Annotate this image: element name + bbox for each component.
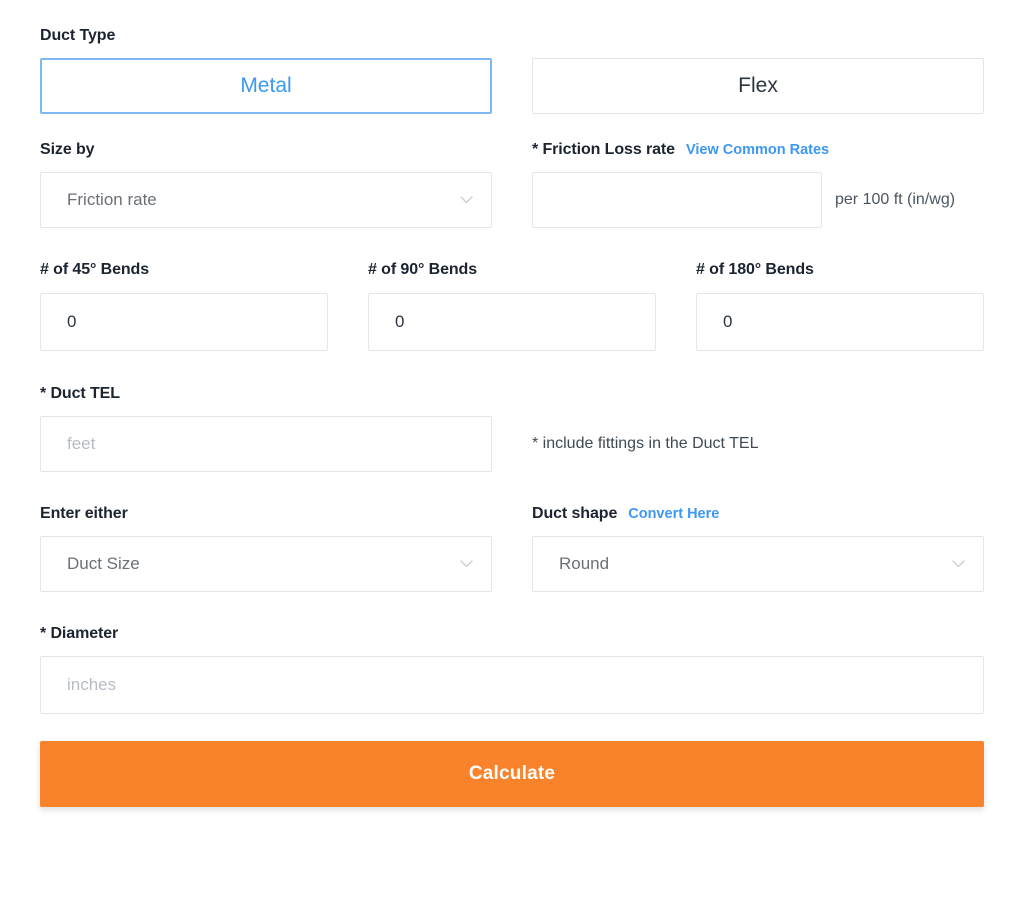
- size-and-friction-row: Size by Friction rate * Friction Loss ra…: [40, 140, 984, 229]
- duct-tel-note: * include fittings in the Duct TEL: [532, 434, 759, 452]
- duct-type-option-flex[interactable]: Flex: [532, 58, 984, 115]
- bends-row: # of 45° Bends 0 # of 90° Bends 0 # of 1…: [40, 260, 984, 351]
- chevron-down-icon: [460, 196, 473, 204]
- enter-either-group: Enter either Duct Size: [40, 504, 492, 592]
- duct-tel-placeholder: feet: [67, 433, 96, 453]
- duct-shape-select[interactable]: Round: [532, 535, 984, 592]
- bends-180-group: # of 180° Bends 0: [696, 260, 984, 351]
- view-common-rates-link[interactable]: View Common Rates: [686, 142, 829, 158]
- size-by-label-row: Size by: [40, 140, 492, 159]
- calculate-button[interactable]: Calculate: [40, 741, 984, 808]
- duct-tel-group: * Duct TEL feet * include fittings in th…: [40, 384, 984, 472]
- duct-tel-label-row: * Duct TEL: [40, 384, 984, 403]
- chevron-down-icon: [460, 560, 473, 568]
- friction-loss-group: * Friction Loss rate View Common Rates p…: [532, 140, 984, 229]
- duct-tel-input-row: feet * include fittings in the Duct TEL: [40, 415, 984, 472]
- bends-90-value: 0: [395, 311, 405, 331]
- enter-either-row: Enter either Duct Size Duct shape Conver…: [40, 504, 984, 592]
- friction-loss-label: * Friction Loss rate: [532, 141, 675, 159]
- bends-90-label: # of 90° Bends: [368, 261, 478, 279]
- diameter-label-row: * Diameter: [40, 624, 984, 643]
- duct-type-label-row: Duct Type: [40, 26, 984, 45]
- size-by-label: Size by: [40, 141, 95, 159]
- duct-type-label: Duct Type: [40, 27, 116, 44]
- duct-calculator-form: Duct Type Metal Flex Size by Friction ra…: [0, 0, 1024, 900]
- friction-loss-label-row: * Friction Loss rate View Common Rates: [532, 140, 984, 159]
- size-by-select[interactable]: Friction rate: [40, 172, 492, 229]
- size-by-group: Size by Friction rate: [40, 140, 492, 229]
- duct-size-select[interactable]: Duct Size: [40, 535, 492, 592]
- diameter-input[interactable]: inches: [40, 656, 984, 715]
- bends-45-label: # of 45° Bends: [40, 261, 150, 279]
- duct-type-option-metal-label: Metal: [240, 74, 292, 98]
- friction-loss-input[interactable]: [532, 172, 822, 229]
- bends-180-input[interactable]: 0: [696, 292, 984, 351]
- duct-size-selected-value: Duct Size: [67, 553, 140, 573]
- chevron-down-icon: [952, 560, 965, 568]
- bends-180-value: 0: [723, 311, 733, 331]
- duct-shape-selected-value: Round: [559, 553, 610, 573]
- enter-either-label-row: Enter either: [40, 504, 492, 523]
- enter-either-label: Enter either: [40, 504, 128, 522]
- duct-shape-label: Duct shape: [532, 504, 618, 522]
- duct-shape-label-row: Duct shape Convert Here: [532, 504, 984, 523]
- bends-90-input[interactable]: 0: [368, 292, 656, 351]
- friction-loss-unit: per 100 ft (in/wg): [835, 191, 956, 209]
- duct-shape-group: Duct shape Convert Here Round: [532, 504, 984, 592]
- bends-45-value: 0: [67, 311, 77, 331]
- diameter-placeholder: inches: [67, 675, 117, 695]
- duct-tel-input[interactable]: feet: [40, 415, 492, 472]
- size-by-selected-value: Friction rate: [67, 190, 157, 210]
- bends-90-label-row: # of 90° Bends: [368, 260, 656, 279]
- bends-45-input[interactable]: 0: [40, 292, 328, 351]
- friction-loss-input-row: per 100 ft (in/wg): [532, 172, 984, 229]
- calculate-button-label: Calculate: [468, 763, 556, 785]
- convert-here-link[interactable]: Convert Here: [628, 506, 719, 522]
- duct-type-toggle-group: Metal Flex: [40, 58, 984, 115]
- bends-180-label-row: # of 180° Bends: [696, 260, 984, 279]
- bends-180-label: # of 180° Bends: [696, 261, 814, 279]
- diameter-group: * Diameter inches: [40, 624, 984, 715]
- diameter-label: * Diameter: [40, 624, 119, 642]
- bends-45-group: # of 45° Bends 0: [40, 260, 328, 351]
- bends-45-label-row: # of 45° Bends: [40, 260, 328, 279]
- duct-type-option-flex-label: Flex: [738, 74, 778, 98]
- duct-tel-label: * Duct TEL: [40, 384, 120, 402]
- duct-type-option-metal[interactable]: Metal: [40, 58, 492, 115]
- bends-90-group: # of 90° Bends 0: [368, 260, 656, 351]
